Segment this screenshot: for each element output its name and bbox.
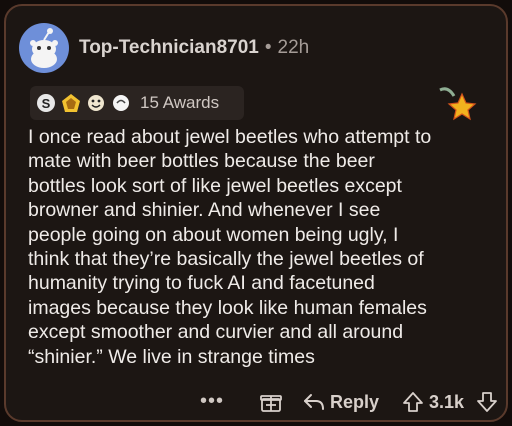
comment-body: I once read about jewel beetles who atte…	[28, 126, 432, 368]
awards-count: 15 Awards	[140, 93, 220, 112]
separator-dot: •	[264, 37, 272, 58]
helpful-award-icon	[113, 95, 129, 111]
svg-text:S: S	[42, 96, 51, 111]
upvote-arrow-icon[interactable]	[402, 391, 424, 413]
reply-button[interactable]: Reply	[330, 392, 379, 413]
comment-actions: ••• Reply 3.1k	[6, 388, 510, 418]
gift-icon[interactable]	[260, 391, 282, 413]
wholesome-award-icon	[88, 95, 104, 111]
downvote-arrow-icon[interactable]	[476, 391, 498, 413]
awards-bar[interactable]: S 15 Awards	[30, 86, 244, 120]
username[interactable]: Top-Technician8701	[79, 37, 259, 59]
silver-award-icon: S	[37, 94, 55, 112]
star-award-icon[interactable]	[438, 86, 478, 122]
more-options-button[interactable]: •••	[200, 390, 224, 413]
gold-award-icon	[62, 94, 80, 112]
reply-arrow-icon[interactable]	[303, 393, 325, 411]
snoo-avatar-icon	[30, 28, 58, 68]
avatar[interactable]	[19, 23, 69, 73]
vote-score: 3.1k	[429, 392, 465, 412]
timestamp[interactable]: 22h	[278, 37, 310, 59]
comment-card: Top-Technician8701 • 22h S 15 Awards I o…	[4, 4, 508, 422]
comment-header: Top-Technician8701 • 22h	[19, 20, 309, 76]
